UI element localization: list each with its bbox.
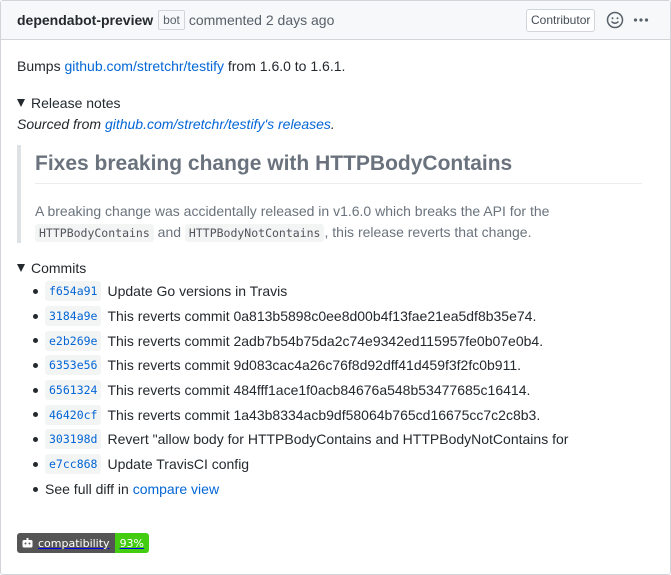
sourced-prefix: Sourced from	[17, 116, 102, 132]
commit-sha-link[interactable]: f654a91	[45, 281, 102, 302]
commit-sha-link[interactable]: 46420cf	[45, 404, 102, 425]
commit-sha-link[interactable]: 303198d	[45, 429, 102, 450]
code-http-body-not-contains: HTTPBodyNotContains	[184, 224, 325, 242]
commit-message: Update TravisCI config	[107, 456, 250, 473]
commit-message: This reverts commit 1a43b8334acb9df58064…	[107, 406, 541, 423]
bumps-paragraph: Bumps github.com/stretchr/testify from 1…	[17, 58, 345, 74]
badge-label-section: compatibility	[17, 533, 115, 553]
commit-sha-link[interactable]: e2b269e	[45, 330, 102, 351]
release-description: A breaking change was accidentally relea…	[35, 201, 642, 244]
list-item: 6561324 This reverts commit 484fff1ace1f0…	[33, 378, 568, 403]
bot-label: bot	[158, 10, 185, 30]
timeline-comment: dependabot-preview bot commented 2 days …	[0, 0, 671, 575]
commit-message: This reverts commit 484fff1ace1f0acb8467…	[107, 382, 531, 399]
list-item: 303198d Revert "allow body for HTTPBodyCo…	[33, 427, 568, 452]
comment-header: dependabot-preview bot commented 2 days …	[1, 1, 670, 40]
compare-view-link[interactable]: compare view	[133, 481, 219, 497]
commit-message: This reverts commit 0a813b5898c0ee8d00b4…	[107, 308, 537, 325]
commits-summary[interactable]: Commits	[17, 260, 86, 276]
dependabot-icon	[22, 538, 33, 548]
release-notes-label: Release notes	[31, 95, 121, 111]
contributor-label: Contributor	[526, 9, 596, 32]
release-notes-quote: Fixes breaking change with HTTPBodyConta…	[17, 145, 642, 243]
commit-message: This reverts commit 9d083cac4a26c76f8d92…	[107, 357, 522, 374]
commit-message: Update Go versions in Travis	[107, 283, 288, 300]
commit-message: Revert "allow body for HTTPBodyContains …	[107, 431, 569, 448]
commit-sha-link[interactable]: e7cc868	[45, 454, 102, 475]
release-notes-summary[interactable]: Release notes	[17, 95, 121, 111]
commit-sha-link[interactable]: 6353e56	[45, 355, 102, 376]
badge-label: compatibility	[38, 536, 110, 550]
sourced-suffix: .	[330, 116, 335, 132]
kebab-horizontal-icon[interactable]	[631, 10, 651, 30]
release-heading: Fixes breaking change with HTTPBodyConta…	[35, 145, 642, 184]
commits-label: Commits	[31, 260, 87, 276]
author-link[interactable]: dependabot-preview	[17, 12, 153, 28]
release-text-and: and	[157, 224, 182, 240]
smiley-icon[interactable]	[606, 11, 624, 29]
sourced-from: Sourced from github.com/stretchr/testify…	[17, 116, 335, 132]
bumps-prefix: Bumps	[17, 58, 61, 74]
list-item: 46420cf This reverts commit 1a43b8334acb9…	[33, 402, 568, 427]
commit-sha-link[interactable]: 6561324	[45, 380, 102, 401]
triangle-down-icon	[17, 99, 25, 107]
diff-prefix: See full diff in	[45, 480, 129, 497]
release-text-2: , this release reverts that change.	[324, 224, 532, 240]
releases-link[interactable]: github.com/stretchr/testify's releases	[105, 116, 331, 132]
release-text-1: A breaking change was accidentally relea…	[35, 203, 550, 219]
list-item: f654a91 Update Go versions in Travis	[33, 279, 568, 304]
list-item: e7cc868 Update TravisCI config	[33, 452, 568, 477]
commit-list: f654a91 Update Go versions in Travis 3184…	[33, 279, 568, 501]
list-item: See full diff in compare view	[33, 477, 568, 502]
list-item: 3184a9e This reverts commit 0a813b5898c0e…	[33, 304, 568, 329]
commit-sha-link[interactable]: 3184a9e	[45, 306, 102, 327]
testify-repo-link[interactable]: github.com/stretchr/testify	[64, 58, 224, 74]
code-http-body-contains: HTTPBodyContains	[35, 224, 154, 242]
compatibility-badge[interactable]: compatibility 93%	[17, 533, 150, 553]
triangle-down-icon	[17, 264, 25, 272]
list-item: e2b269e This reverts commit 2adb7b54b75da…	[33, 328, 568, 353]
badge-value: 93%	[114, 533, 150, 553]
list-item: 6353e56 This reverts commit 9d083cac4a26c…	[33, 353, 568, 378]
commit-message: This reverts commit 2adb7b54b75da2c74e93…	[107, 332, 544, 349]
bumps-suffix: from 1.6.0 to 1.6.1.	[227, 58, 346, 74]
comment-timestamp[interactable]: commented 2 days ago	[189, 12, 335, 28]
